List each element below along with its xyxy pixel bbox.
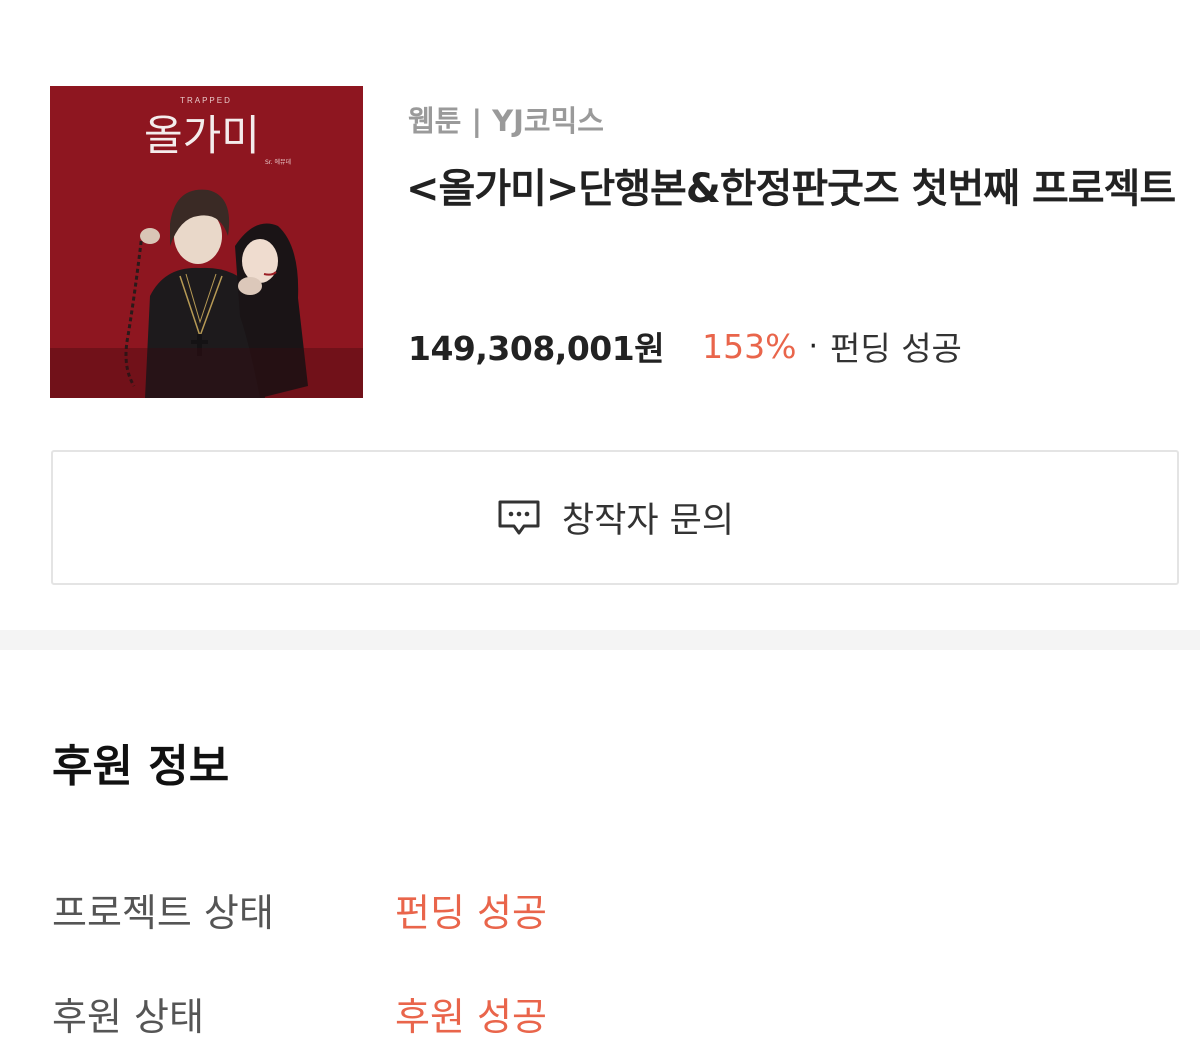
project-title: <올가미>단행본&한정판굿즈 첫번째 프로젝트 <box>406 166 1176 212</box>
cover-title-en: TRAPPED <box>180 96 232 105</box>
project-status-value: 펀딩 성공 <box>395 891 547 935</box>
project-status-label: 프로젝트 상태 <box>52 891 274 935</box>
funding-amount: 149,308,001원 <box>408 329 665 368</box>
sponsor-status-row: 후원 상태 후원 성공 <box>52 986 547 1041</box>
funding-status: 펀딩 성공 <box>829 329 962 368</box>
chat-bubble-icon <box>496 498 542 538</box>
project-header: TRAPPED 올가미 Sr. 에뮤데 웹툰 | YJ코믹스 <올가미>단행본&… <box>0 0 1200 650</box>
cover-illustration: TRAPPED 올가미 Sr. 에뮤데 <box>50 86 363 398</box>
project-stats: 149,308,001원 153% · 펀딩 성공 <box>408 322 962 370</box>
sponsor-status-label: 후원 상태 <box>52 995 204 1039</box>
sponsor-status-value: 후원 성공 <box>395 995 547 1039</box>
project-category: 웹툰 | YJ코믹스 <box>408 104 604 138</box>
funding-percent: 153% <box>702 326 797 366</box>
sponsor-info-title: 후원 정보 <box>52 741 230 792</box>
stats-separator: · <box>808 328 818 364</box>
cover-caption: Sr. 에뮤데 <box>265 158 291 166</box>
cover-title-ko: 올가미 <box>144 111 260 160</box>
project-cover-image[interactable]: TRAPPED 올가미 Sr. 에뮤데 <box>50 86 363 398</box>
creator-inquiry-label: 창작자 문의 <box>561 501 735 541</box>
project-status-row: 프로젝트 상태 펀딩 성공 <box>52 882 547 937</box>
creator-inquiry-button[interactable]: 창작자 문의 <box>51 450 1179 585</box>
sponsor-info-section: 후원 정보 프로젝트 상태 펀딩 성공 후원 상태 후원 성공 <box>0 630 1200 1041</box>
